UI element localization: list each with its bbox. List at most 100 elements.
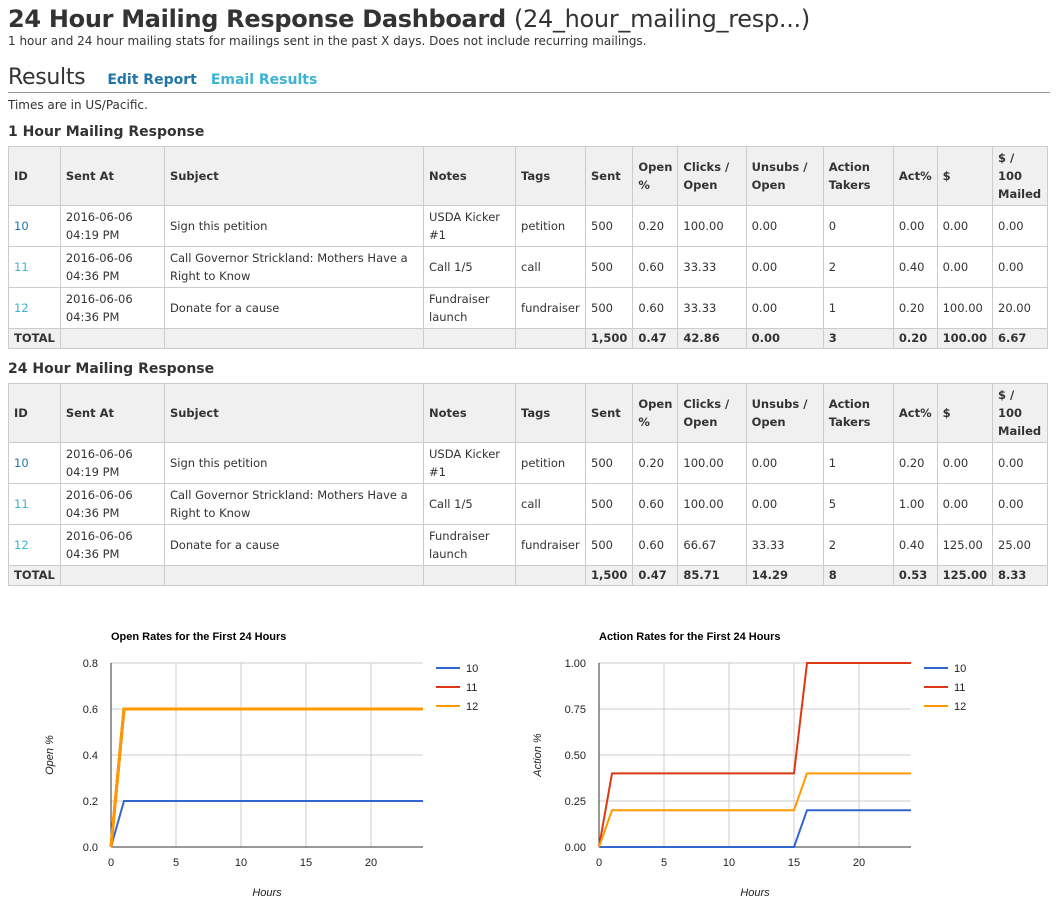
unsubs-cell: 33.33 <box>745 524 824 566</box>
id-cell: 11 <box>8 483 61 525</box>
per100-cell: 0.00 <box>992 205 1048 247</box>
y-tick-label: 0.25 <box>565 796 586 808</box>
id-cell: 11 <box>8 246 61 288</box>
series-line-12 <box>109 707 423 848</box>
column-header: Notes <box>423 383 517 443</box>
empty-cell <box>163 328 425 349</box>
table-row: 11 2016-06-06 04:36 PM Call Governor Strick… <box>8 246 1048 288</box>
total-dollars-cell: 100.00 <box>936 328 994 349</box>
sent-date: 2016-06-06 <box>65 251 133 265</box>
y-tick-label: 0.50 <box>565 750 586 762</box>
sent-time: 04:36 PM <box>65 547 120 561</box>
legend-label: 11 <box>466 682 477 694</box>
legend-label: 10 <box>466 663 478 675</box>
act-cell: 1.00 <box>892 483 938 525</box>
action-rates-chart: Action Rates for the First 24 Hours 0.00 0… <box>512 620 1012 899</box>
y-tick-label: 1.00 <box>565 658 586 670</box>
empty-cell <box>59 565 165 586</box>
empty-cell <box>163 565 425 586</box>
per100-cell: 0.00 <box>992 246 1048 288</box>
column-header: Sent <box>585 383 634 443</box>
empty-cell <box>423 328 517 349</box>
column-header: ID <box>8 146 61 206</box>
empty-cell <box>423 565 517 586</box>
mailing-id-link[interactable]: 10 <box>14 456 29 470</box>
notes-cell: Call 1/5 <box>423 483 517 525</box>
sent-time: 04:36 PM <box>65 269 120 283</box>
total-takers-cell: 8 <box>822 565 894 586</box>
column-header: ID <box>8 383 61 443</box>
tags-cell: fundraiser <box>515 287 587 329</box>
action-rates-chart-svg: Action Rates for the First 24 Hours 0.00 0… <box>532 631 966 899</box>
mailing-id-link[interactable]: 10 <box>14 219 29 233</box>
empty-cell <box>59 328 165 349</box>
unsubs-cell: 0.00 <box>745 205 824 247</box>
timezone-note: Times are in US/Pacific. <box>8 98 148 112</box>
mailing-id-link[interactable]: 12 <box>14 538 29 552</box>
y-tick-label: 0.00 <box>565 842 586 854</box>
dollars-cell: 0.00 <box>936 483 994 525</box>
table-header-row: ID Sent At Subject Notes Tags Sent Open % Click… <box>8 146 1048 206</box>
open-cell: 0.20 <box>632 442 679 484</box>
open-rates-chart: Open Rates for the First 24 Hours 0.0 0.2 0… <box>8 620 508 899</box>
table-row: 12 2016-06-06 04:36 PM Donate for a cause Fu… <box>8 287 1048 329</box>
table-title: 24 Hour Mailing Response <box>8 361 215 377</box>
clicks-cell: 33.33 <box>677 246 747 288</box>
open-cell: 0.60 <box>632 483 679 525</box>
total-act-cell: 0.20 <box>892 328 938 349</box>
mailing-id-link[interactable]: 11 <box>14 260 29 274</box>
takers-cell: 5 <box>822 483 894 525</box>
act-cell: 0.20 <box>892 442 938 484</box>
legend-label: 12 <box>466 701 478 713</box>
column-header: Open % <box>632 383 679 443</box>
subject-cell: Donate for a cause <box>163 524 425 566</box>
twenty-four-hour-table: ID Sent At Subject Notes Tags Sent Open % Click… <box>8 383 1048 586</box>
dollars-cell: 125.00 <box>936 524 994 566</box>
y-axis-label: Action % <box>532 733 544 778</box>
clicks-cell: 100.00 <box>677 483 747 525</box>
subject-cell: Call Governor Strickland: Mothers Have a… <box>163 246 425 288</box>
sent-at-cell: 2016-06-06 04:36 PM <box>59 246 165 288</box>
column-header: $ / 100 Mailed <box>992 146 1048 206</box>
table-row: 10 2016-06-06 04:19 PM Sign this petition US… <box>8 205 1048 247</box>
one-hour-table: ID Sent At Subject Notes Tags Sent Open % Click… <box>8 146 1048 349</box>
series-line-11 <box>109 707 423 848</box>
column-header: Sent At <box>59 383 165 443</box>
id-cell: 12 <box>8 287 61 329</box>
chart-title: Open Rates for the First 24 Hours <box>111 631 286 643</box>
email-results-link[interactable]: Email Results <box>211 72 317 88</box>
y-tick-label: 0.6 <box>83 704 98 716</box>
open-cell: 0.60 <box>632 287 679 329</box>
total-row: TOTAL 1,500 0.47 42.86 0.00 3 0.20 100.00 6.67 <box>8 328 1048 349</box>
sent-date: 2016-06-06 <box>65 292 133 306</box>
sent-at-cell: 2016-06-06 04:19 PM <box>59 205 165 247</box>
series-line-10 <box>599 809 911 848</box>
series-line-10 <box>110 800 423 848</box>
sent-at-cell: 2016-06-06 04:36 PM <box>59 483 165 525</box>
subject-cell: Donate for a cause <box>163 287 425 329</box>
per100-cell: 0.00 <box>992 483 1048 525</box>
mailing-id-link[interactable]: 11 <box>14 497 29 511</box>
y-tick-label: 0.4 <box>83 750 98 762</box>
notes-cell: USDA Kicker #1 <box>423 205 517 247</box>
notes-cell: USDA Kicker #1 <box>423 442 517 484</box>
act-cell: 0.20 <box>892 287 938 329</box>
unsubs-cell: 0.00 <box>745 483 824 525</box>
edit-report-link[interactable]: Edit Report <box>107 72 196 88</box>
tags-cell: petition <box>515 442 587 484</box>
page-title: 24 Hour Mailing Response Dashboard (24_h… <box>8 0 1050 34</box>
per100-cell: 20.00 <box>992 287 1048 329</box>
column-header: Clicks / Open <box>677 146 747 206</box>
sent-cell: 500 <box>585 442 634 484</box>
sent-time: 04:36 PM <box>65 310 120 324</box>
sent-time: 04:36 PM <box>65 506 120 520</box>
results-header: Results Edit Report Email Results <box>8 65 1050 93</box>
page-description: 1 hour and 24 hour mailing stats for mai… <box>8 34 647 48</box>
column-header: $ <box>936 146 994 206</box>
subject-cell: Sign this petition <box>163 205 425 247</box>
mailing-id-link[interactable]: 12 <box>14 301 29 315</box>
column-header: Notes <box>423 146 517 206</box>
total-row: TOTAL 1,500 0.47 85.71 14.29 8 0.53 125.00 8.33 <box>8 565 1048 586</box>
title-text: 24 Hour Mailing Response Dashboard <box>8 5 506 33</box>
sent-at-cell: 2016-06-06 04:36 PM <box>59 287 165 329</box>
